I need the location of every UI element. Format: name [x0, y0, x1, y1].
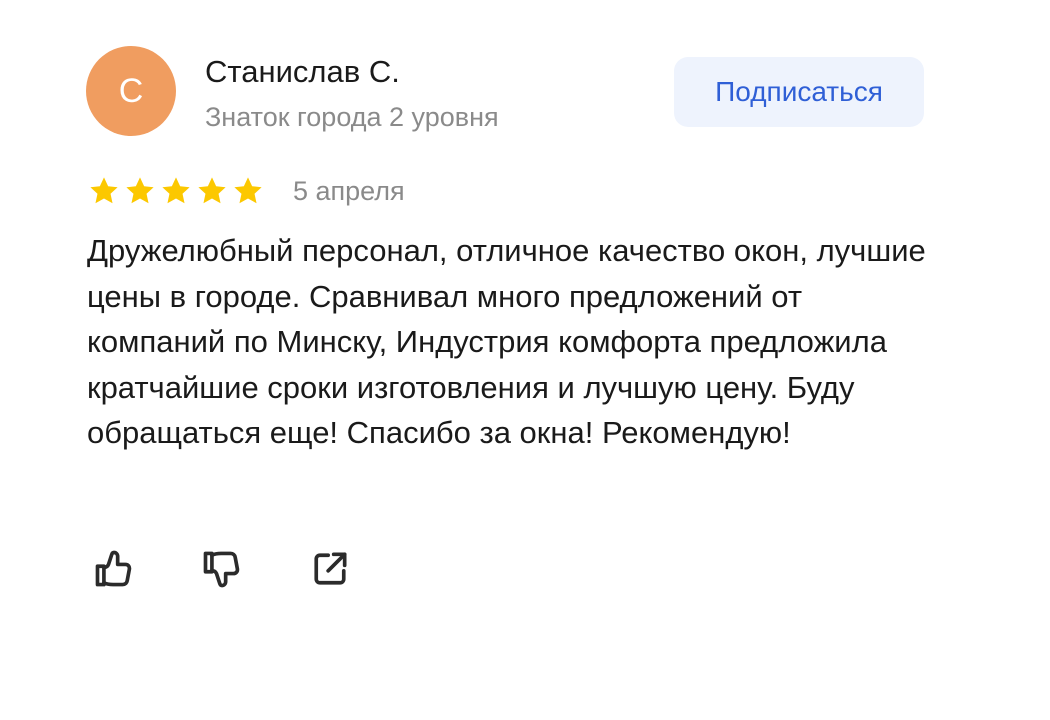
thumbs-down-icon [203, 551, 240, 588]
author-name[interactable]: Станислав С. [205, 54, 400, 90]
subscribe-button[interactable]: Подписаться [674, 57, 924, 127]
share-button[interactable] [306, 545, 354, 593]
review-text: Дружелюбный персонал, отличное качество … [87, 233, 926, 450]
avatar-initial: С [118, 71, 144, 110]
star-icon [90, 177, 118, 204]
dislike-button[interactable] [198, 545, 246, 593]
share-icon [314, 552, 347, 585]
review-card: С Станислав С. Знаток города 2 уровня По… [0, 0, 1050, 720]
star-icon [234, 177, 262, 204]
like-button[interactable] [90, 545, 138, 593]
review-actions [90, 545, 354, 593]
star-icon [162, 177, 190, 204]
rating-stars [88, 175, 264, 207]
review-date: 5 апреля [293, 176, 405, 206]
star-icon [198, 177, 226, 204]
avatar[interactable]: С [86, 46, 176, 136]
author-level: Знаток города 2 уровня [205, 102, 499, 132]
thumbs-up-icon [95, 550, 132, 587]
star-icon [126, 177, 154, 204]
